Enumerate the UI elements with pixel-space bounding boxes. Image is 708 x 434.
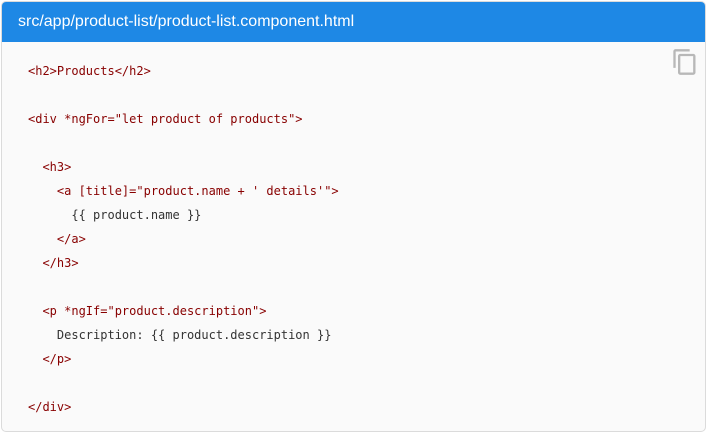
code-line: <a [title]="product.name + ' details'"> xyxy=(28,184,339,198)
copy-code-button[interactable] xyxy=(671,48,699,76)
code-line: </a> xyxy=(28,232,86,246)
code-line: </div> xyxy=(28,400,72,414)
code-line: Description: {{ product.description }} xyxy=(28,328,332,342)
code-line: {{ product.name }} xyxy=(28,208,202,222)
code-line: <h2>Products</h2> xyxy=(28,64,151,78)
code-line: <p *ngIf="product.description"> xyxy=(28,304,267,318)
code-line: <h3> xyxy=(28,160,72,174)
code-block: <h2>Products</h2> <div *ngFor="let produc… xyxy=(28,59,339,419)
code-line: </p> xyxy=(28,352,72,366)
code-line: </h3> xyxy=(28,256,79,270)
copy-icon xyxy=(671,49,699,79)
code-line: <div *ngFor="let product of products"> xyxy=(28,112,303,126)
code-example-panel: src/app/product-list/product-list.compon… xyxy=(1,1,706,432)
file-path-header: src/app/product-list/product-list.compon… xyxy=(2,2,705,42)
